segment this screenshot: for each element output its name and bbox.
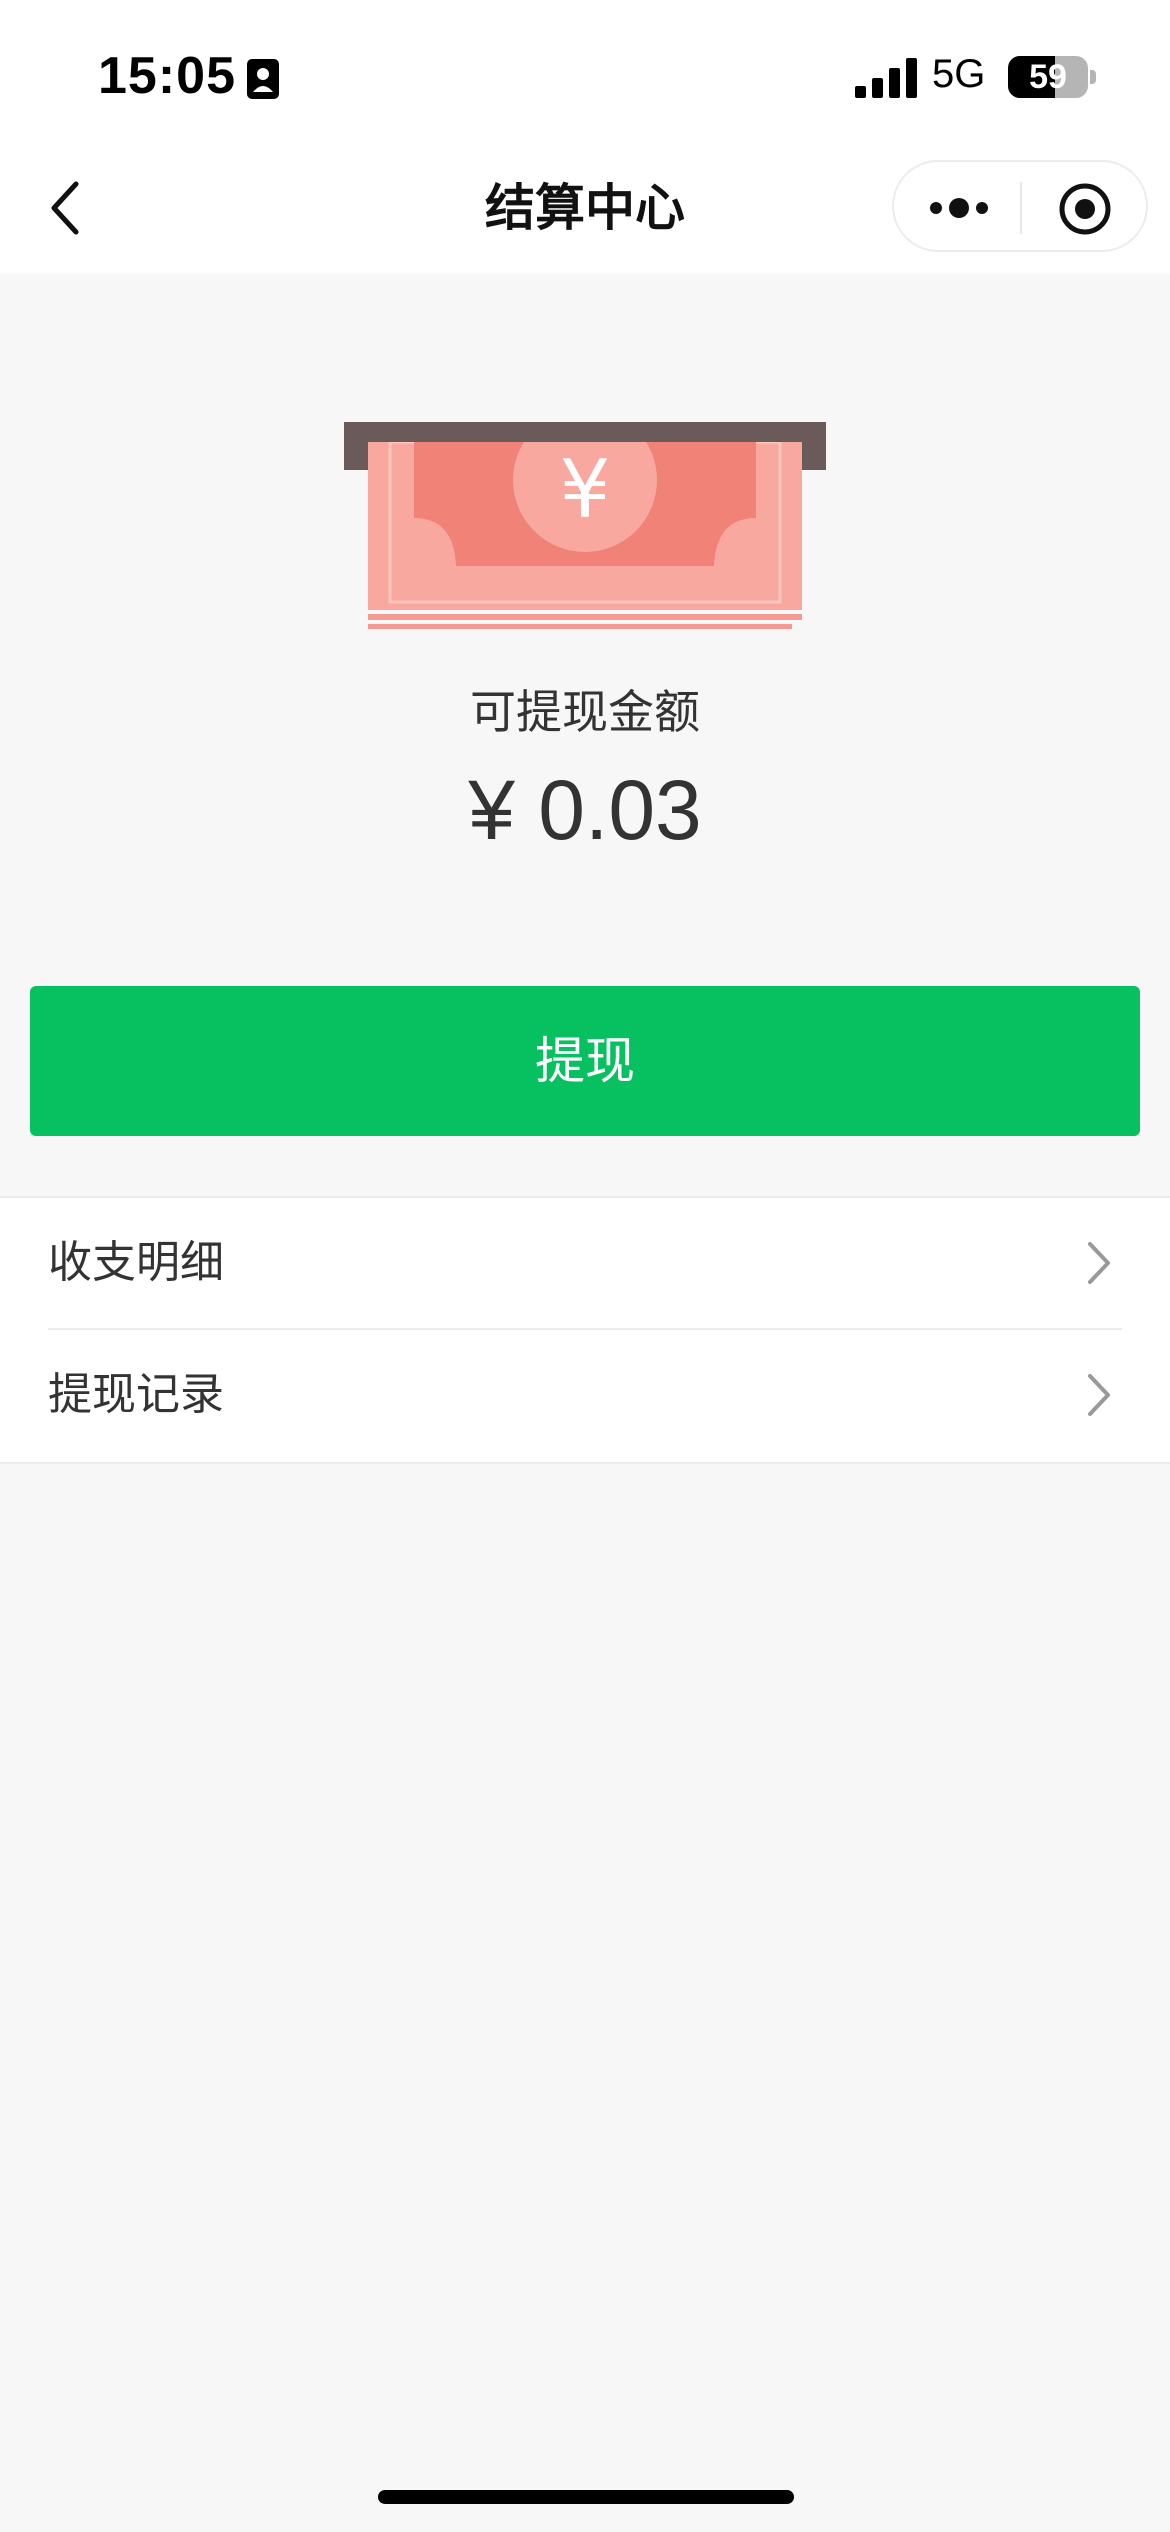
close-miniprogram-icon[interactable] — [1058, 182, 1112, 236]
back-icon[interactable] — [44, 178, 88, 238]
capsule-divider — [1020, 182, 1022, 234]
menu-item-income-expense-details[interactable]: 收支明细 — [0, 1198, 1170, 1330]
money-illustration: ¥ — [344, 422, 826, 629]
menu-item-label: 收支明细 — [48, 1237, 224, 1288]
menu-item-withdrawal-records[interactable]: 提现记录 — [0, 1330, 1170, 1460]
signal-icon — [855, 58, 917, 98]
battery-tip — [1090, 70, 1096, 84]
menu-item-label: 提现记录 — [48, 1369, 224, 1420]
status-bar: 15:05 5G 59 — [0, 0, 1170, 150]
network-type: 5G — [932, 52, 986, 96]
chevron-right-icon — [1088, 1374, 1110, 1416]
id-card-icon — [247, 59, 279, 99]
withdraw-button[interactable]: 提现 — [30, 986, 1140, 1136]
menu-list: 收支明细 提现记录 — [0, 1196, 1170, 1464]
battery-icon: 59 — [1008, 56, 1088, 98]
miniprogram-capsule — [892, 160, 1148, 252]
status-time: 15:05 — [98, 47, 236, 105]
balance-label: 可提现金额 — [470, 685, 700, 739]
yuan-symbol: ¥ — [560, 443, 611, 536]
home-indicator[interactable] — [378, 2490, 794, 2504]
chevron-right-icon — [1088, 1242, 1110, 1284]
balance-amount: ¥ 0.03 — [468, 763, 702, 857]
battery-percentage: 59 — [1029, 58, 1067, 96]
more-icon[interactable] — [928, 188, 990, 228]
nav-bar: 结算中心 — [0, 150, 1170, 274]
